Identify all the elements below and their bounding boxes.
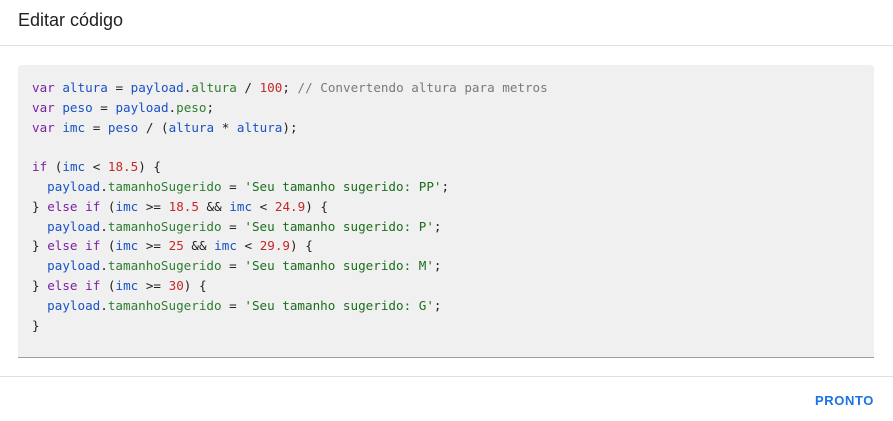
code-line: payload.tamanhoSugerido = 'Seu tamanho s… — [47, 218, 442, 234]
code-line: } else if (imc >= 25 && imc < 29.9) { — [32, 238, 313, 254]
code-line: } else if (imc >= 30) { — [32, 277, 207, 293]
dialog-title: Editar código — [18, 10, 124, 30]
code-line: var altura = payload.altura / 100; // Co… — [32, 80, 548, 95]
code-line: var peso = payload.peso; — [32, 99, 215, 115]
dialog-header: Editar código — [0, 0, 893, 46]
code-line: if (imc < 18.5) { — [32, 159, 162, 175]
code-line: } — [32, 317, 40, 333]
code-line: payload.tamanhoSugerido = 'Seu tamanho s… — [47, 258, 442, 274]
dialog-footer: PRONTO — [0, 376, 893, 421]
code-line: var imc = peso / (altura * altura); — [32, 119, 298, 135]
code-line: } else if (imc >= 18.5 && imc < 24.9) { — [32, 198, 328, 214]
code-line: payload.tamanhoSugerido = 'Seu tamanho s… — [47, 178, 450, 194]
code-editor[interactable]: var altura = payload.altura / 100; // Co… — [18, 65, 874, 358]
code-content[interactable]: var altura = payload.altura / 100; // Co… — [32, 78, 548, 335]
done-button[interactable]: PRONTO — [808, 387, 881, 414]
code-line: payload.tamanhoSugerido = 'Seu tamanho s… — [47, 297, 442, 313]
